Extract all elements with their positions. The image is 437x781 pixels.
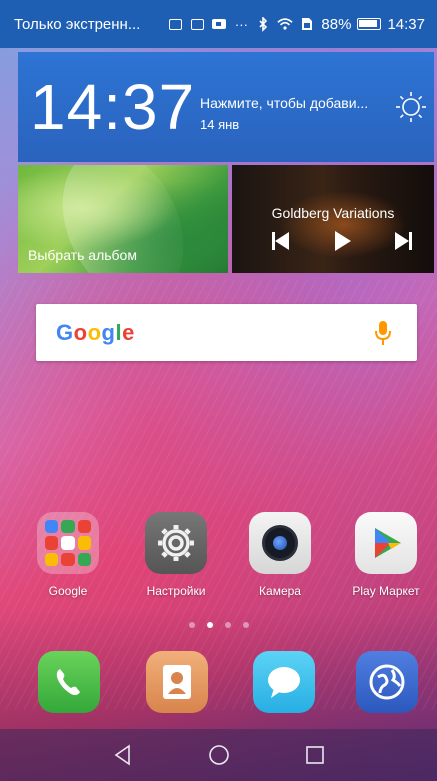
sim-icon: [299, 17, 315, 31]
weather-hint[interactable]: Нажмите, чтобы добави...: [200, 95, 368, 111]
page-dot[interactable]: [188, 622, 195, 628]
app-label: Камера: [259, 584, 301, 598]
album-widget[interactable]: Выбрать альбом: [18, 165, 228, 273]
bluetooth-icon: [255, 16, 271, 32]
app-label: Play Маркет: [352, 584, 420, 598]
carrier-label: Только экстренн...: [14, 15, 141, 33]
wifi-icon: [277, 17, 294, 31]
home-screen: Только экстренн... ··· 88% 14:37 14:37 Н…: [0, 0, 437, 781]
page-indicator: [0, 622, 437, 628]
dock-phone[interactable]: [38, 651, 100, 713]
previous-icon[interactable]: [272, 231, 292, 251]
status-icons: ··· 88% 14:37: [167, 16, 425, 33]
app-google-folder[interactable]: Google: [18, 512, 118, 598]
page-dot-active[interactable]: [206, 622, 213, 628]
play-icon[interactable]: [332, 231, 352, 251]
sun-icon[interactable]: [394, 90, 428, 124]
navigation-bar: [0, 729, 437, 781]
recents-icon[interactable]: [303, 743, 327, 767]
contacts-icon: [163, 665, 191, 699]
app-label: Настройки: [146, 584, 206, 598]
google-logo: Google: [56, 320, 135, 345]
clock-widget[interactable]: 14:37 Нажмите, чтобы добави... 14 янв: [18, 52, 434, 162]
folder-icon: [37, 512, 99, 574]
browser-icon: [369, 664, 405, 700]
google-search-bar[interactable]: Google: [36, 304, 417, 361]
app-camera[interactable]: Камера: [230, 512, 330, 598]
battery-icon: [357, 18, 382, 30]
album-label: Выбрать альбом: [28, 247, 137, 263]
image-icon: [189, 17, 205, 31]
more-dots-icon: ···: [234, 16, 248, 32]
clock-time: 14:37: [30, 71, 196, 143]
battery-percent: 88%: [321, 15, 352, 33]
music-title: Goldberg Variations: [271, 205, 395, 221]
dock-messages[interactable]: [253, 651, 315, 713]
app-settings[interactable]: Настройки: [126, 512, 226, 598]
dock-browser[interactable]: [356, 651, 418, 713]
camera-icon: [249, 512, 311, 574]
status-bar: Только экстренн... ··· 88% 14:37: [0, 0, 437, 48]
app-play-store[interactable]: Play Маркет: [336, 512, 436, 598]
back-icon[interactable]: [111, 743, 135, 767]
messages-icon: [268, 667, 300, 698]
page-dot[interactable]: [242, 622, 249, 628]
microphone-icon[interactable]: [375, 320, 391, 346]
app-label: Google: [48, 584, 88, 598]
video-icon: [211, 17, 227, 31]
play-store-icon: [355, 512, 417, 574]
dock-contacts[interactable]: [146, 651, 208, 713]
gear-icon: [145, 512, 207, 574]
clock-date: 14 янв: [200, 117, 240, 132]
message-icon: [167, 17, 183, 31]
next-icon[interactable]: [392, 231, 412, 251]
page-dot[interactable]: [224, 622, 231, 628]
music-widget[interactable]: Goldberg Variations: [232, 165, 434, 273]
status-time: 14:37: [387, 15, 425, 33]
home-icon[interactable]: [207, 743, 231, 767]
music-controls: [232, 231, 434, 251]
phone-icon: [56, 669, 80, 696]
